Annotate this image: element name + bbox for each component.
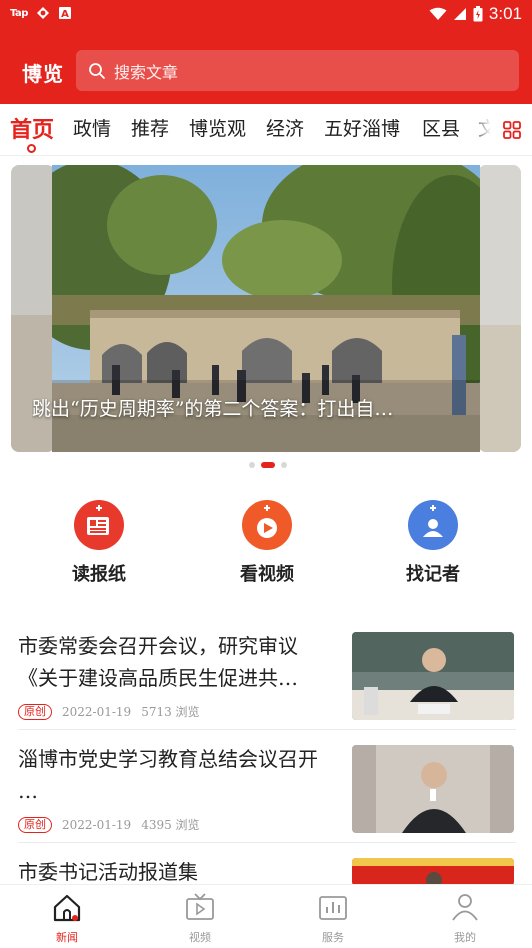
app-notification-icon <box>36 7 49 19</box>
tab-politics[interactable]: 政情 <box>73 114 111 141</box>
original-badge: 原创 <box>18 816 52 833</box>
news-meta: 原创 2022-01-19 5713 浏览 <box>18 703 200 720</box>
news-meta: 原创 2022-01-19 4395 浏览 <box>18 816 200 833</box>
active-tab-indicator <box>27 144 36 153</box>
grid-icon <box>503 121 521 139</box>
bottom-tab-profile[interactable]: 我的 <box>430 891 500 945</box>
find-reporter-label: 找记者 <box>406 564 460 585</box>
read-newspaper-label: 读报纸 <box>72 564 126 585</box>
reporter-icon <box>408 500 458 550</box>
news-thumbnail[interactable] <box>352 632 514 720</box>
bottom-tab-label: 新闻 <box>56 931 78 944</box>
carousel-dot <box>281 462 287 468</box>
tv-icon <box>186 893 214 920</box>
tab-economy[interactable]: 经济 <box>266 114 304 141</box>
carousel-dot-active <box>261 462 275 468</box>
divider <box>18 842 516 843</box>
status-bar: Tap A 3:01 <box>0 0 532 30</box>
video-play-icon <box>242 500 292 550</box>
wifi-icon <box>429 7 447 20</box>
search-input[interactable]: 搜索文章 <box>76 50 519 91</box>
news-title[interactable]: 市委常委会召开会议，研究审议《关于建设高品质民生促进共… <box>18 630 328 694</box>
news-thumbnail[interactable] <box>352 858 514 886</box>
carousel-indicator <box>249 462 287 468</box>
svg-text:A: A <box>61 9 69 20</box>
tab-home[interactable]: 首页 <box>10 112 54 144</box>
newspaper-icon <box>74 500 124 550</box>
news-views: 5713 浏览 <box>141 705 200 719</box>
channel-tabs: 首页 政情 推荐 博览观 经济 五好淄博 区县 文 <box>0 104 532 156</box>
bottom-tab-news[interactable]: 新闻 <box>32 891 102 945</box>
carrier-label: Tap <box>10 7 28 19</box>
search-icon <box>89 62 105 79</box>
app-header: Tap A 3:01 博览 搜索文章 <box>0 0 532 104</box>
bottom-tab-label: 视频 <box>189 931 211 944</box>
watch-video-button[interactable]: 看视频 <box>207 500 327 586</box>
a-notification-icon: A <box>58 7 71 20</box>
tab-bolanguan[interactable]: 博览观 <box>189 114 246 141</box>
news-date: 2022-01-19 <box>62 704 132 719</box>
watch-video-label: 看视频 <box>240 564 294 585</box>
news-date: 2022-01-19 <box>62 817 132 832</box>
bottom-tab-bar: 新闻 视频 服务 我的 <box>0 884 532 948</box>
bottom-tab-label: 我的 <box>454 931 476 944</box>
user-icon <box>452 894 478 921</box>
bottom-tab-video[interactable]: 视频 <box>165 891 235 945</box>
status-time: 3:01 <box>488 4 522 23</box>
channel-manage-button[interactable] <box>492 104 532 155</box>
banner-caption[interactable]: 跳出“历史周期率”的第二个答案：打出自… <box>32 394 502 421</box>
battery-icon <box>473 6 483 22</box>
find-reporter-button[interactable]: 找记者 <box>373 500 493 586</box>
home-icon <box>53 894 81 922</box>
signal-icon <box>453 8 466 20</box>
search-placeholder: 搜索文章 <box>114 62 179 82</box>
app-logo: 博览 <box>22 62 64 86</box>
news-views: 4395 浏览 <box>141 818 200 832</box>
original-badge: 原创 <box>18 703 52 720</box>
chart-icon <box>319 896 347 920</box>
read-newspaper-button[interactable]: 读报纸 <box>39 500 159 586</box>
tab-districts[interactable]: 区县 <box>422 114 460 141</box>
tab-wuhao-zibo[interactable]: 五好淄博 <box>324 114 400 141</box>
news-thumbnail[interactable] <box>352 745 514 833</box>
news-title[interactable]: 淄博市党史学习教育总结会议召开 … <box>18 743 328 807</box>
bottom-tab-service[interactable]: 服务 <box>298 891 368 945</box>
divider <box>18 729 516 730</box>
carousel-dot <box>249 462 255 468</box>
bottom-tab-label: 服务 <box>322 931 344 944</box>
tab-recommend[interactable]: 推荐 <box>131 114 169 141</box>
